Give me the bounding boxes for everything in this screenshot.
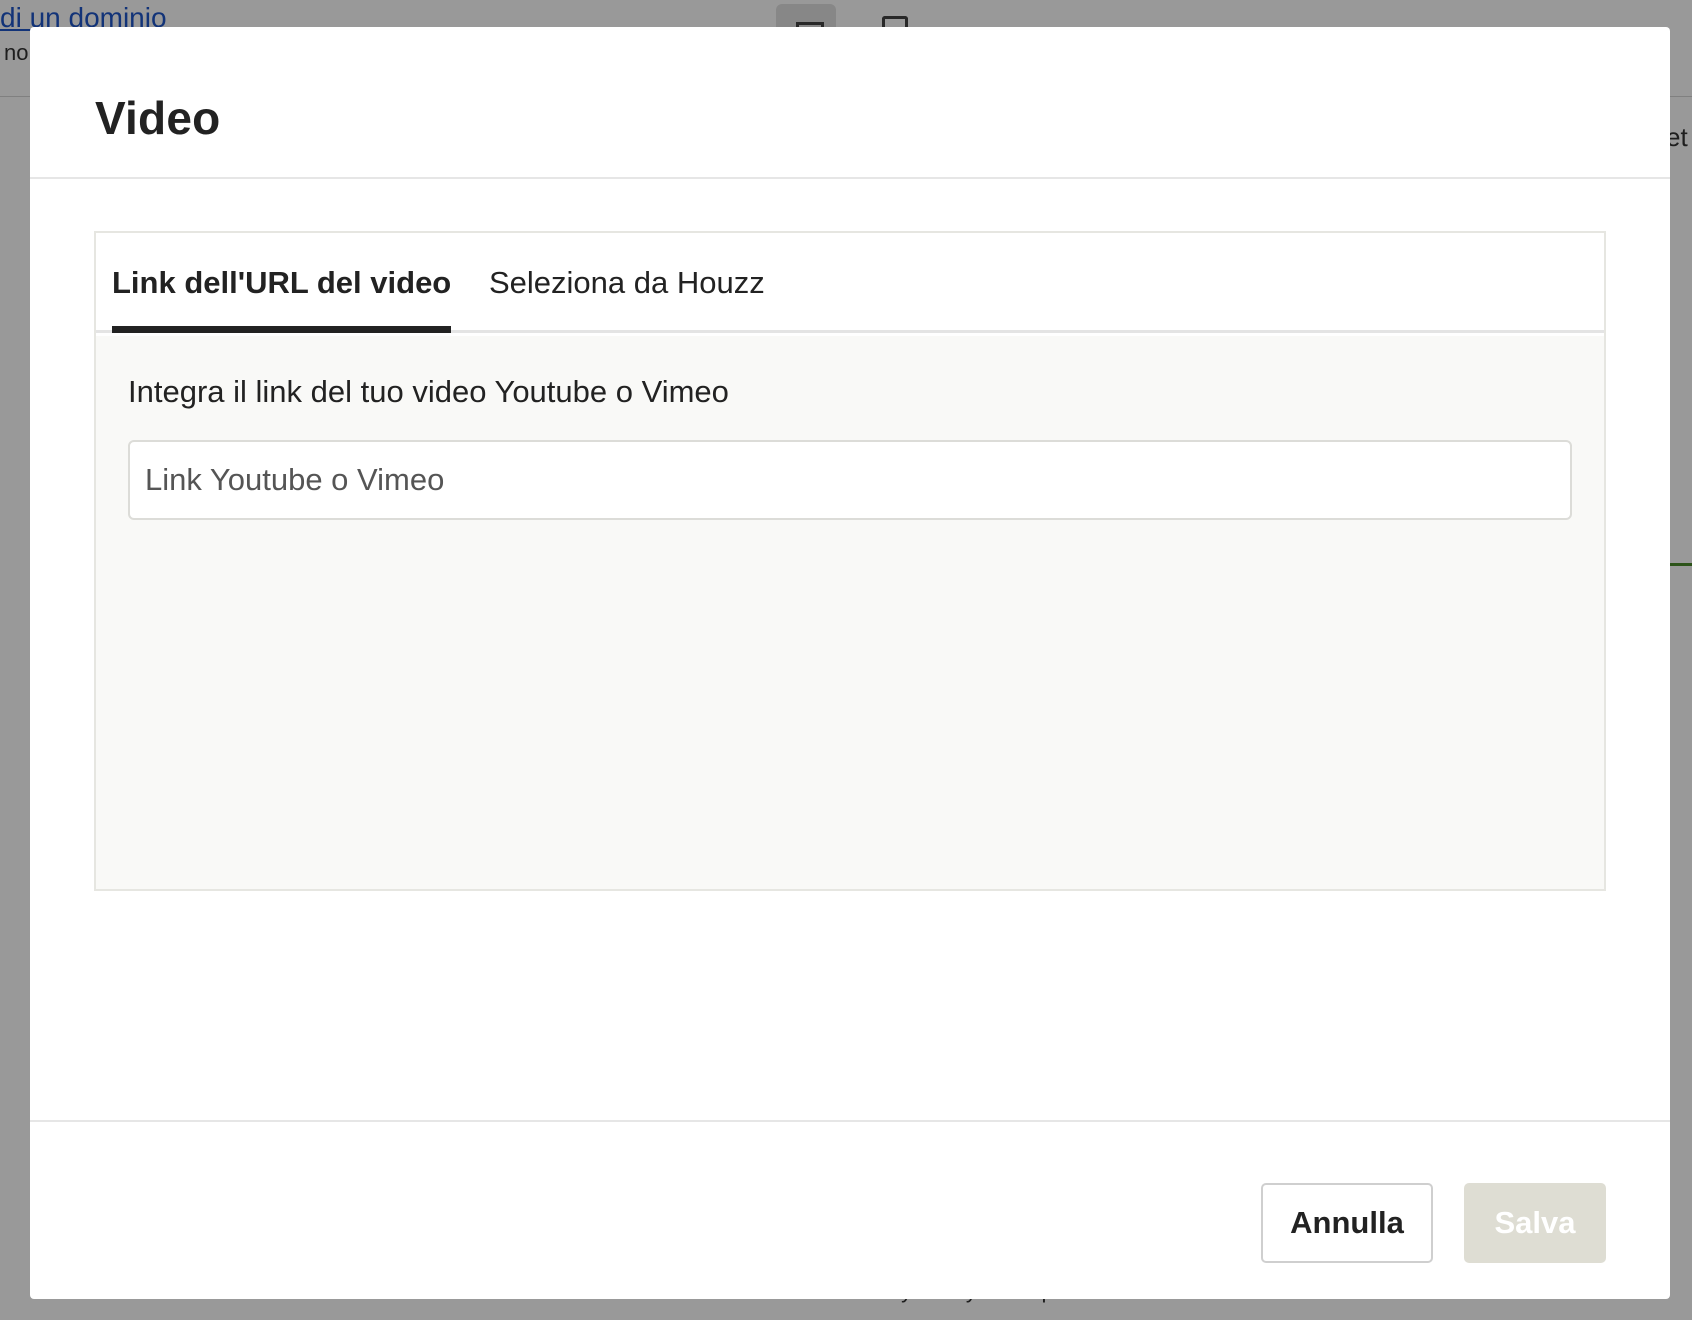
video-source-panel: Link dell'URL del video Seleziona da Hou…	[94, 231, 1606, 891]
tab-video-url-link[interactable]: Link dell'URL del video	[112, 265, 452, 333]
modal-footer: Annulla Salva	[30, 1120, 1670, 1299]
video-url-input[interactable]	[128, 440, 1572, 520]
tab-content: Integra il link del tuo video Youtube o …	[96, 336, 1604, 889]
embed-instruction-label: Integra il link del tuo video Youtube o …	[128, 374, 729, 409]
video-modal: Video Link dell'URL del video Seleziona …	[30, 27, 1670, 1299]
save-button[interactable]: Salva	[1464, 1183, 1606, 1263]
modal-title: Video	[95, 92, 221, 144]
cancel-button[interactable]: Annulla	[1261, 1183, 1433, 1263]
tab-bar: Link dell'URL del video Seleziona da Hou…	[96, 233, 1604, 333]
modal-header: Video	[30, 27, 1670, 179]
tab-select-from-houzz[interactable]: Seleziona da Houzz	[489, 265, 765, 333]
